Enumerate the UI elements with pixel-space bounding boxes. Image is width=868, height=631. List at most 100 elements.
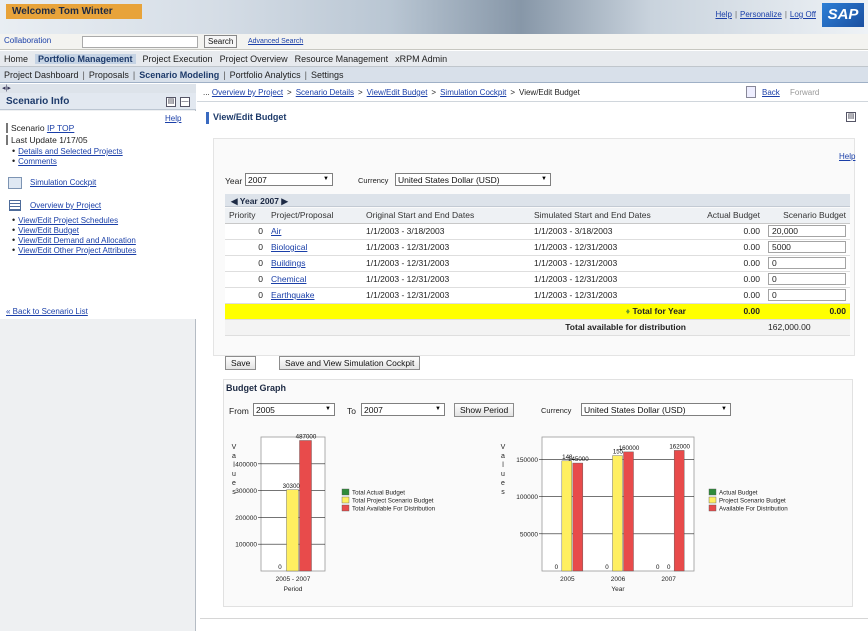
list-item[interactable]: • View/Edit Project Schedules — [12, 215, 118, 225]
subtab-project-dashboard[interactable]: Project Dashboard — [4, 70, 79, 80]
project-link[interactable]: Buildings — [271, 258, 306, 268]
scenario-budget-input[interactable]: 5000 — [768, 241, 846, 253]
currency-select[interactable]: United States Dollar (USD) ▼ — [395, 173, 551, 186]
subtab-scenario-modeling[interactable]: Scenario Modeling — [139, 70, 219, 80]
subtab-proposals[interactable]: Proposals — [89, 70, 129, 80]
legend-label: Project Scenario Budget — [719, 498, 786, 505]
breadcrumb-simulation-cockpit[interactable]: Simulation Cockpit — [440, 88, 506, 97]
simulated-dates-cell: 1/1/2003 - 12/31/2003 — [530, 255, 690, 272]
view-edit-attributes-link[interactable]: View/Edit Other Project Attributes — [18, 246, 136, 255]
simulated-dates-cell: 1/1/2003 - 12/31/2003 — [530, 271, 690, 288]
personalize-link[interactable]: Personalize — [740, 10, 782, 19]
bar — [561, 460, 573, 572]
col-project: Project/Proposal — [267, 208, 362, 224]
year-label: Year — [225, 176, 243, 186]
scenario-budget-input[interactable]: 0 — [768, 273, 846, 285]
currency-select-value: United States Dollar (USD) — [398, 175, 500, 185]
scenario-budget-input[interactable]: 0 — [768, 289, 846, 301]
breadcrumb-overview[interactable]: Overview by Project — [212, 88, 283, 97]
tab-portfolio-management[interactable]: Portfolio Management — [35, 54, 136, 64]
subtab-settings[interactable]: Settings — [311, 70, 344, 80]
graph-currency-value: United States Dollar (USD) — [584, 405, 686, 415]
from-select[interactable]: 2005 ▼ — [253, 403, 335, 416]
divider — [200, 618, 868, 619]
graph-currency-select[interactable]: United States Dollar (USD) ▼ — [581, 403, 731, 416]
collaboration-link[interactable]: Collaboration — [4, 36, 51, 45]
panel-collapse-control[interactable]: ◂|▸ — [0, 84, 196, 93]
help-link[interactable]: Help — [839, 152, 855, 161]
y-axis-label-letter: u — [232, 471, 236, 478]
view-edit-budget-link[interactable]: View/Edit Budget — [18, 226, 79, 235]
project-link[interactable]: Biological — [271, 242, 307, 252]
priority-cell: 0 — [225, 255, 267, 272]
tab-project-execution[interactable]: Project Execution — [143, 54, 213, 64]
list-item[interactable]: • View/Edit Budget — [12, 225, 79, 235]
list-item[interactable]: • View/Edit Demand and Allocation — [12, 235, 136, 245]
data-label: 0 — [555, 564, 559, 571]
breadcrumb-scenario-details[interactable]: Scenario Details — [296, 88, 354, 97]
col-actual-budget: Actual Budget — [690, 208, 764, 224]
project-link[interactable]: Earthquake — [271, 290, 314, 300]
show-period-button[interactable]: Show Period — [454, 403, 515, 417]
back-link[interactable]: Back — [762, 88, 780, 97]
maximize-icon[interactable]: ▤ — [166, 97, 176, 107]
save-button[interactable]: Save — [225, 356, 257, 370]
search-button[interactable]: Search — [204, 35, 238, 48]
comments-link[interactable]: Comments — [18, 157, 57, 166]
view-edit-demand-link[interactable]: View/Edit Demand and Allocation — [18, 236, 136, 245]
project-link[interactable]: Chemical — [271, 274, 306, 284]
y-axis-label-letter: l — [502, 462, 504, 469]
project-link[interactable]: Air — [271, 226, 281, 236]
list-item[interactable]: • View/Edit Other Project Attributes — [12, 245, 136, 255]
back-to-scenario-list-link[interactable]: « Back to Scenario List — [6, 307, 88, 316]
y-tick-label: 200000 — [235, 515, 257, 522]
simulation-cockpit-link[interactable]: Simulation Cockpit — [30, 178, 96, 187]
prev-year-icon[interactable]: ◀ — [231, 196, 238, 206]
tab-xrpm-admin[interactable]: xRPM Admin — [395, 54, 447, 64]
tab-resource-management[interactable]: Resource Management — [295, 54, 389, 64]
details-selected-projects-link[interactable]: Details and Selected Projects — [18, 147, 123, 156]
simulated-dates-cell: 1/1/2003 - 3/18/2003 — [530, 223, 690, 240]
budget-table: Priority Project/Proposal Original Start… — [225, 208, 850, 336]
x-tick-label: 2005 - 2007 — [276, 576, 311, 583]
list-item[interactable]: • Comments — [12, 156, 57, 166]
legend-swatch — [341, 496, 350, 504]
y-axis-label-letter: u — [501, 471, 505, 478]
help-link[interactable]: Help — [715, 10, 731, 19]
minimize-icon[interactable]: — — [180, 97, 190, 107]
actual-budget-cell: 0.00 — [690, 287, 764, 304]
available-value: 162,000.00 — [764, 319, 850, 336]
breadcrumb-view-edit-budget[interactable]: View/Edit Budget — [367, 88, 428, 97]
view-edit-schedules-link[interactable]: View/Edit Project Schedules — [18, 216, 118, 225]
scenario-link[interactable]: IP TOP — [47, 123, 74, 133]
table-row: 0 Earthquake 1/1/2003 - 12/31/2003 1/1/2… — [225, 287, 850, 304]
log-off-link[interactable]: Log Off — [790, 10, 816, 19]
save-and-view-button[interactable]: Save and View Simulation Cockpit — [279, 356, 421, 370]
search-input[interactable] — [82, 36, 198, 48]
history-icon[interactable] — [746, 86, 756, 98]
bar — [612, 455, 623, 572]
scenario-label: Scenario — [11, 123, 45, 133]
breadcrumb-current: View/Edit Budget — [519, 88, 580, 97]
next-year-icon[interactable]: ▶ — [281, 196, 288, 206]
year-select[interactable]: 2007 ▼ — [245, 173, 333, 186]
content-header — [197, 103, 868, 137]
bar — [299, 440, 312, 572]
maximize-icon[interactable]: ▤ — [846, 112, 856, 122]
to-select[interactable]: 2007 ▼ — [361, 403, 445, 416]
list-item[interactable]: • Details and Selected Projects — [12, 146, 123, 156]
tab-project-overview[interactable]: Project Overview — [220, 54, 288, 64]
y-axis-label-letter: V — [232, 444, 237, 451]
data-label: 0 — [656, 564, 660, 571]
scenario-budget-input[interactable]: 20,000 — [768, 225, 846, 237]
tab-home[interactable]: Home — [4, 54, 28, 64]
advanced-search-link[interactable]: Advanced Search — [248, 38, 303, 45]
y-tick-label: 400000 — [235, 461, 257, 468]
legend-swatch — [708, 504, 717, 512]
overview-by-project-link[interactable]: Overview by Project — [30, 201, 101, 210]
left-help-link[interactable]: Help — [165, 114, 181, 123]
subtab-portfolio-analytics[interactable]: Portfolio Analytics — [230, 70, 301, 80]
from-select-value: 2005 — [256, 405, 275, 415]
scenario-budget-input[interactable]: 0 — [768, 257, 846, 269]
forward-link[interactable]: Forward — [790, 88, 819, 97]
